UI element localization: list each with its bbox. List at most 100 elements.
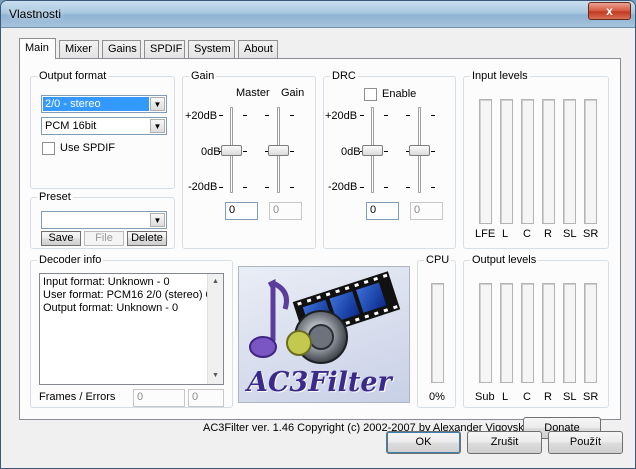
master-label: Master [236, 87, 270, 99]
preset-legend: Preset [37, 191, 73, 203]
tab-system[interactable]: System [188, 40, 235, 58]
tab-mixer[interactable]: Mixer [59, 40, 99, 58]
logo-text: AC3Filter [247, 367, 392, 398]
output-format-value: 2/0 - stereo [43, 97, 149, 111]
input-meter-l [500, 99, 513, 224]
input-channel-sr: SR [583, 228, 599, 240]
gain-scale-mid: 0dB [201, 146, 221, 158]
scroll-down-icon[interactable]: ▼ [208, 368, 223, 384]
output-levels-legend: Output levels [470, 254, 539, 266]
chevron-down-icon[interactable]: ▼ [150, 213, 165, 227]
decoder-info-scrollbar[interactable]: ▲ ▼ [207, 274, 223, 384]
drc-group: DRC Enable +20dB 0dB -20dB 0 0 [323, 70, 456, 249]
output-channel-c: C [523, 391, 531, 403]
ok-button[interactable]: OK [386, 431, 461, 454]
delete-preset-button[interactable]: Delete [127, 231, 167, 246]
master-slider-thumb[interactable] [221, 145, 242, 156]
gain-label: Gain [281, 87, 305, 99]
drc-value-2-field[interactable]: 0 [410, 202, 443, 220]
input-channel-sl: SL [563, 228, 577, 240]
drc-slider-2-thumb[interactable] [409, 145, 430, 156]
chevron-down-icon[interactable]: ▼ [150, 97, 165, 111]
cancel-button[interactable]: Zrušit [467, 431, 542, 454]
output-channel-l: L [502, 391, 509, 403]
properties-window: Vlastnosti x Main Mixer Gains SPDIF Syst… [0, 0, 636, 469]
use-spdif-checkbox[interactable] [42, 142, 55, 155]
output-meter-r [542, 283, 555, 383]
input-channel-c: C [523, 228, 531, 240]
cpu-group: CPU 0% [417, 254, 456, 408]
decoder-info-line: Input format: Unknown - 0 [43, 276, 170, 288]
pcm-format-value: PCM 16bit [45, 120, 97, 132]
decoder-info-line: User format: PCM16 2/0 (stereo) 0 [43, 289, 212, 301]
input-meter-c [521, 99, 534, 224]
decoder-info-legend: Decoder info [37, 254, 104, 266]
input-channel-lfe: LFE [475, 228, 496, 240]
gain-group: Gain Master Gain +20dB 0dB -20dB 0 0 [182, 70, 316, 249]
output-format-select[interactable]: 2/0 - stereo ▼ [41, 95, 167, 113]
gain-scale-bottom: -20dB [188, 181, 218, 193]
ac3filter-logo: AC3Filter [238, 266, 410, 403]
frames-errors-label: Frames / Errors [39, 391, 116, 403]
scroll-up-icon[interactable]: ▲ [208, 274, 223, 290]
preset-group: Preset ▼ Save File Delete [30, 191, 175, 249]
tab-main[interactable]: Main [19, 38, 56, 59]
output-meter-sl [563, 283, 576, 383]
drc-scale-top: +20dB [325, 110, 358, 122]
frames-value-field: 0 [133, 389, 185, 407]
decoder-info-group: Decoder info Input format: Unknown - 0 U… [30, 254, 233, 408]
input-levels-group: Input levels LFE L C R SL SR [463, 70, 609, 249]
main-tab-panel: Output format 2/0 - stereo ▼ PCM 16bit ▼… [19, 58, 621, 439]
window-title: Vlastnosti [9, 7, 62, 21]
gain-slider-thumb[interactable] [268, 145, 289, 156]
drc-slider-1-thumb[interactable] [362, 145, 383, 156]
input-levels-legend: Input levels [470, 70, 530, 82]
preset-value [43, 213, 149, 227]
output-channel-r: R [544, 391, 552, 403]
input-meter-sr [584, 99, 597, 224]
output-channel-sub: Sub [475, 391, 495, 403]
input-channel-l: L [502, 228, 509, 240]
apply-button[interactable]: Použít [548, 431, 623, 454]
output-channel-sl: SL [563, 391, 577, 403]
file-preset-button[interactable]: File [84, 231, 124, 246]
drc-enable-checkbox[interactable] [364, 88, 377, 101]
input-meter-sl [563, 99, 576, 224]
cpu-value: 0% [429, 391, 445, 403]
input-meter-r [542, 99, 555, 224]
dialog-client: Main Mixer Gains SPDIF System About Outp… [7, 28, 629, 464]
output-meter-sub [479, 283, 492, 383]
input-meter-lfe [479, 99, 492, 224]
decoder-info-line: Output format: Unknown - 0 [43, 302, 179, 314]
cpu-meter [431, 283, 444, 383]
tab-about[interactable]: About [238, 40, 278, 58]
preset-select[interactable]: ▼ [41, 211, 167, 229]
title-bar[interactable]: Vlastnosti x [1, 1, 635, 28]
drc-legend: DRC [330, 70, 358, 82]
decoder-info-text[interactable]: Input format: Unknown - 0 User format: P… [39, 273, 224, 385]
chevron-down-icon[interactable]: ▼ [150, 119, 165, 133]
tab-gains[interactable]: Gains [102, 40, 141, 58]
tab-spdif[interactable]: SPDIF [144, 40, 185, 58]
save-preset-button[interactable]: Save [41, 231, 81, 246]
output-meter-sr [584, 283, 597, 383]
use-spdif-label[interactable]: Use SPDIF [60, 142, 115, 154]
cpu-legend: CPU [424, 254, 452, 266]
errors-value-field: 0 [188, 389, 224, 407]
drc-scale-mid: 0dB [341, 146, 361, 158]
drc-enable-label[interactable]: Enable [382, 88, 416, 100]
gain-value-field[interactable]: 0 [269, 202, 302, 220]
master-value-field[interactable]: 0 [225, 202, 258, 220]
output-format-group: Output format 2/0 - stereo ▼ PCM 16bit ▼… [30, 70, 175, 189]
pcm-format-select[interactable]: PCM 16bit ▼ [41, 117, 167, 135]
close-button[interactable]: x [588, 2, 631, 20]
gain-legend: Gain [189, 70, 217, 82]
output-meter-c [521, 283, 534, 383]
output-channel-sr: SR [583, 391, 599, 403]
output-format-legend: Output format [37, 70, 109, 82]
output-levels-group: Output levels Sub L C R SL SR [463, 254, 609, 408]
drc-value-1-field[interactable]: 0 [366, 202, 399, 220]
output-meter-l [500, 283, 513, 383]
drc-scale-bottom: -20dB [328, 181, 358, 193]
gain-scale-top: +20dB [185, 110, 218, 122]
